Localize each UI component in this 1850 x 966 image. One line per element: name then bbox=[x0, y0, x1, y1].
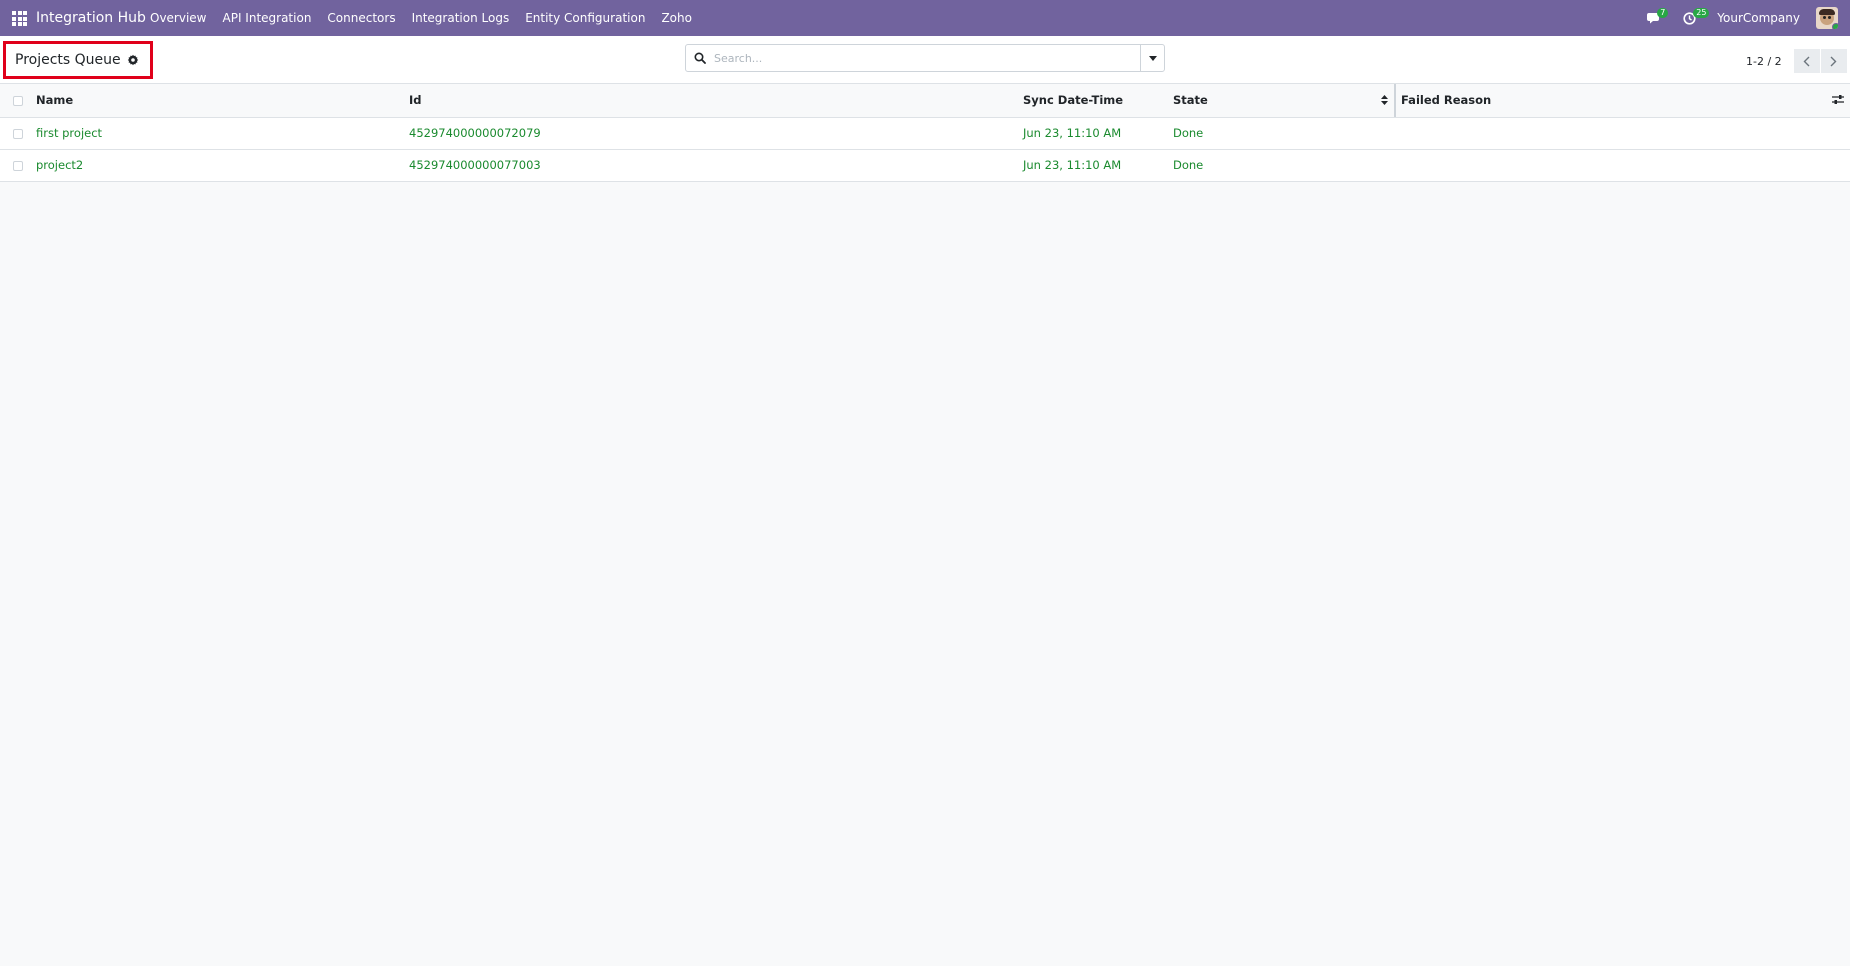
messages-badge: 7 bbox=[1657, 8, 1669, 18]
column-header-failed-reason-cell[interactable]: Failed Reason bbox=[1396, 84, 1850, 117]
column-header-id[interactable]: Id bbox=[409, 84, 1023, 117]
menu-item-zoho[interactable]: Zoho bbox=[661, 11, 692, 25]
control-panel: Projects Queue 1-2 / 2 bbox=[0, 36, 1850, 84]
cell-sync-date-time[interactable]: Jun 23, 11:10 AM bbox=[1023, 117, 1173, 149]
top-navbar: Integration Hub Overview API Integration… bbox=[0, 0, 1850, 36]
menu-item-integration-logs[interactable]: Integration Logs bbox=[412, 11, 510, 25]
search-options-toggle[interactable] bbox=[1140, 45, 1164, 71]
cell-sync-date-time[interactable]: Jun 23, 11:10 AM bbox=[1023, 149, 1173, 181]
column-header-name[interactable]: Name bbox=[36, 84, 409, 117]
app-brand[interactable]: Integration Hub bbox=[36, 10, 146, 26]
column-header-failed-reason: Failed Reason bbox=[1401, 93, 1492, 108]
menu-item-entity-configuration[interactable]: Entity Configuration bbox=[525, 11, 645, 25]
chevron-left-icon bbox=[1803, 56, 1810, 66]
table-row[interactable]: first project 452974000000072079 Jun 23,… bbox=[0, 117, 1850, 149]
activities-badge: 25 bbox=[1693, 8, 1710, 18]
cell-name[interactable]: project2 bbox=[36, 149, 409, 181]
select-all-checkbox[interactable] bbox=[13, 95, 23, 106]
company-switcher[interactable]: YourCompany bbox=[1717, 11, 1800, 25]
search-bar bbox=[685, 44, 1165, 72]
cell-name[interactable]: first project bbox=[36, 117, 409, 149]
gear-icon[interactable] bbox=[127, 54, 139, 66]
messages-button[interactable]: 7 bbox=[1645, 8, 1669, 28]
menu-item-connectors[interactable]: Connectors bbox=[327, 11, 395, 25]
table-row[interactable]: project2 452974000000077003 Jun 23, 11:1… bbox=[0, 149, 1850, 181]
table-header-row: Name Id Sync Date-Time State Failed Reas… bbox=[0, 84, 1850, 117]
cell-id[interactable]: 452974000000077003 bbox=[409, 149, 1023, 181]
main-menu: Overview API Integration Connectors Inte… bbox=[150, 11, 692, 25]
column-header-sync-date-time[interactable]: Sync Date-Time bbox=[1023, 84, 1173, 117]
user-avatar[interactable] bbox=[1816, 7, 1838, 29]
pager: 1-2 / 2 bbox=[1746, 49, 1847, 73]
cell-failed-reason[interactable] bbox=[1396, 117, 1850, 149]
cell-state[interactable]: Done bbox=[1173, 149, 1396, 181]
search-input[interactable] bbox=[706, 45, 1140, 71]
list-view: Name Id Sync Date-Time State Failed Reas… bbox=[0, 84, 1850, 182]
cell-id[interactable]: 452974000000072079 bbox=[409, 117, 1023, 149]
column-header-state: State bbox=[1173, 93, 1208, 108]
records-table: Name Id Sync Date-Time State Failed Reas… bbox=[0, 84, 1850, 182]
apps-menu-icon[interactable] bbox=[12, 11, 27, 26]
sort-icon[interactable] bbox=[1381, 95, 1388, 105]
pager-previous-button[interactable] bbox=[1793, 49, 1820, 73]
activities-button[interactable]: 25 bbox=[1681, 8, 1710, 28]
pager-value[interactable]: 1-2 / 2 bbox=[1746, 55, 1782, 68]
cell-state[interactable]: Done bbox=[1173, 117, 1396, 149]
caret-down-icon bbox=[1148, 55, 1157, 61]
cell-failed-reason[interactable] bbox=[1396, 149, 1850, 181]
search-icon bbox=[694, 52, 706, 64]
row-checkbox[interactable] bbox=[13, 160, 23, 171]
column-header-state-cell[interactable]: State bbox=[1173, 84, 1396, 117]
optional-columns-icon[interactable] bbox=[1832, 94, 1844, 105]
pager-next-button[interactable] bbox=[1820, 49, 1847, 73]
systray: 7 25 YourCompany bbox=[1645, 0, 1838, 36]
online-status-indicator bbox=[1832, 23, 1838, 29]
row-checkbox[interactable] bbox=[13, 128, 23, 139]
menu-item-api-integration[interactable]: API Integration bbox=[223, 11, 312, 25]
menu-item-overview[interactable]: Overview bbox=[150, 11, 207, 25]
title-highlight-box: Projects Queue bbox=[3, 41, 153, 79]
page-title: Projects Queue bbox=[15, 52, 121, 68]
chevron-right-icon bbox=[1830, 56, 1837, 66]
